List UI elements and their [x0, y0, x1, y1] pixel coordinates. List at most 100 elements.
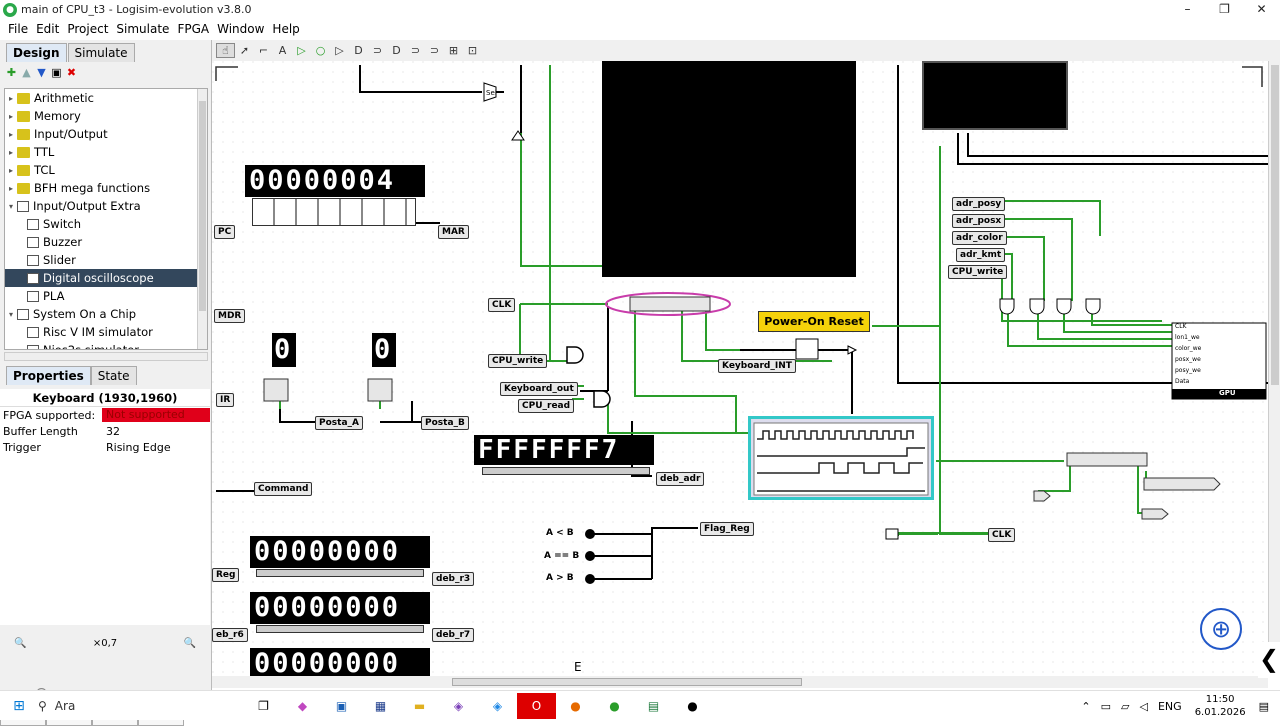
- tab-simulate[interactable]: Simulate: [67, 43, 135, 62]
- tunnel-ir[interactable]: IR: [216, 393, 235, 407]
- tunnel-mdr[interactable]: MDR: [214, 309, 246, 323]
- tunnel-adr-posx[interactable]: adr_posx: [952, 214, 1006, 228]
- tunnel-keyboard-int[interactable]: Keyboard_INT: [718, 359, 796, 373]
- tray-chevron-icon[interactable]: ⌃: [1081, 700, 1090, 713]
- property-value[interactable]: Rising Edge: [102, 441, 210, 454]
- tunnel-cpu-read[interactable]: CPU_read: [518, 399, 575, 413]
- input-pin-icon[interactable]: ▷: [292, 44, 311, 57]
- tunnel-deb-r3[interactable]: deb_r3: [432, 572, 475, 586]
- tree-item[interactable]: Risc V IM simulator: [5, 323, 207, 341]
- select-tool-icon[interactable]: ➚: [235, 44, 254, 57]
- menu-file[interactable]: File: [8, 22, 28, 36]
- taskbar-clock[interactable]: 11:50 6.01.2026: [1195, 693, 1246, 719]
- logisim-taskbar-icon[interactable]: ●: [595, 693, 634, 719]
- chevron-right-icon[interactable]: ▸: [5, 112, 17, 121]
- chevron-down-icon[interactable]: ▾: [5, 310, 17, 319]
- tree-item[interactable]: ▸ BFH mega functions: [5, 179, 207, 197]
- canvas-hscrollbar[interactable]: [212, 676, 1268, 688]
- not-gate-icon[interactable]: ▷: [330, 44, 349, 57]
- app-icon-1[interactable]: ◆: [283, 693, 322, 719]
- nand-gate-icon[interactable]: D: [387, 44, 406, 57]
- file-explorer-icon[interactable]: ▬: [400, 693, 439, 719]
- visual-studio-icon[interactable]: ◈: [439, 693, 478, 719]
- tunnel-mar[interactable]: MAR: [438, 225, 469, 239]
- menu-edit[interactable]: Edit: [36, 22, 59, 36]
- tunnel-r6[interactable]: eb_r6: [212, 628, 248, 642]
- pin-layout-icon[interactable]: ⊞: [444, 44, 463, 57]
- tunnel-clk[interactable]: CLK: [488, 298, 516, 312]
- tab-design[interactable]: Design: [6, 43, 67, 62]
- power-on-reset-button[interactable]: Power-On Reset: [758, 311, 870, 332]
- move-up-icon[interactable]: ▲: [19, 66, 34, 79]
- digital-oscilloscope[interactable]: [748, 416, 934, 500]
- chevron-right-icon[interactable]: ▸: [5, 166, 17, 175]
- notification-icon[interactable]: ▤: [1259, 700, 1269, 713]
- circuit-canvas[interactable]: E 00000004 0 0 FFFFFFF7 00000000 0000000…: [212, 61, 1268, 678]
- poke-tool-icon[interactable]: ☝: [216, 43, 235, 58]
- move-down-icon[interactable]: ▼: [34, 66, 49, 79]
- menu-project[interactable]: Project: [67, 22, 108, 36]
- tunnel-command[interactable]: Command: [254, 482, 313, 496]
- tunnel-posta-b[interactable]: Posta_B: [421, 416, 469, 430]
- app-icon-3[interactable]: ▦: [361, 693, 400, 719]
- property-row[interactable]: Buffer Length 32: [0, 423, 210, 439]
- delete-icon[interactable]: ✖: [64, 66, 79, 79]
- add-circuit-icon[interactable]: ✚: [4, 66, 19, 79]
- tree-item[interactable]: Digital oscilloscope: [5, 269, 207, 287]
- tree-item[interactable]: ▸ Input/Output: [5, 125, 207, 143]
- and-gate-icon[interactable]: D: [349, 44, 368, 57]
- menu-fpga[interactable]: FPGA: [177, 22, 209, 36]
- app-icon-2[interactable]: ▣: [322, 693, 361, 719]
- opera-icon[interactable]: O: [517, 692, 556, 719]
- tunnel-posta-a[interactable]: Posta_A: [315, 416, 363, 430]
- chevron-right-icon[interactable]: ▸: [5, 148, 17, 157]
- close-button[interactable]: ✕: [1243, 0, 1280, 19]
- minimize-button[interactable]: –: [1169, 0, 1206, 19]
- canvas-vscrollbar[interactable]: [1268, 61, 1280, 678]
- chevron-left-icon[interactable]: ❮: [1258, 642, 1280, 678]
- tree-item[interactable]: PLA: [5, 287, 207, 305]
- menu-simulate[interactable]: Simulate: [116, 22, 169, 36]
- tunnel-reg[interactable]: Reg: [212, 568, 240, 582]
- taskbar-search[interactable]: ⚲ Ara: [38, 699, 208, 713]
- tray-app-icon[interactable]: ▭: [1101, 700, 1111, 713]
- tunnel-clk-2[interactable]: CLK: [988, 528, 1016, 542]
- vscode-icon[interactable]: ◈: [478, 693, 517, 719]
- edit-appearance-icon[interactable]: ▣: [49, 66, 64, 79]
- tree-item[interactable]: Nios2s simulator: [5, 341, 207, 349]
- tunnel-deb-adr[interactable]: deb_adr: [656, 472, 705, 486]
- tree-item[interactable]: ▸ Arithmetic: [5, 89, 207, 107]
- tree-item[interactable]: ▾ Input/Output Extra: [5, 197, 207, 215]
- tree-item[interactable]: Switch: [5, 215, 207, 233]
- property-row[interactable]: FPGA supported: Not supported: [0, 407, 210, 423]
- tree-item[interactable]: ▸ TTL: [5, 143, 207, 161]
- chevron-right-icon[interactable]: ▸: [5, 184, 17, 193]
- network-icon[interactable]: ▱: [1121, 700, 1129, 713]
- tree-hscrollbar[interactable]: [4, 352, 208, 361]
- menu-help[interactable]: Help: [272, 22, 299, 36]
- language-indicator[interactable]: ENG: [1158, 700, 1182, 713]
- tunnel-deb-r7[interactable]: deb_r7: [432, 628, 475, 642]
- excel-icon[interactable]: ▤: [634, 693, 673, 719]
- task-view-icon[interactable]: ❐: [244, 693, 283, 719]
- zoom-in-icon[interactable]: 🔍: [184, 638, 196, 649]
- tree-item[interactable]: Slider: [5, 251, 207, 269]
- menu-window[interactable]: Window: [217, 22, 264, 36]
- chevron-down-icon[interactable]: ▾: [5, 202, 17, 211]
- tree-scrollbar[interactable]: [197, 89, 207, 349]
- navigate-crosshair-icon[interactable]: ⊕: [1200, 608, 1242, 650]
- or-gate-icon[interactable]: ⊃: [368, 44, 387, 57]
- chip-icon[interactable]: ⊡: [463, 44, 482, 57]
- tab-properties[interactable]: Properties: [6, 366, 91, 385]
- output-pin-icon[interactable]: ○: [311, 44, 330, 57]
- tunnel-adr-posy[interactable]: adr_posy: [952, 197, 1006, 211]
- nor-gate-icon[interactable]: ⊃: [406, 44, 425, 57]
- tunnel-flag-reg[interactable]: Flag_Reg: [700, 522, 754, 536]
- tunnel-keyboard-out[interactable]: Keyboard_out: [500, 382, 578, 396]
- tree-item[interactable]: ▾ System On a Chip: [5, 305, 207, 323]
- app-icon-github[interactable]: ●: [673, 693, 712, 719]
- zoom-out-icon[interactable]: 🔍: [14, 638, 26, 649]
- xor-gate-icon[interactable]: ⊃: [425, 44, 444, 57]
- tunnel-cpu-write[interactable]: CPU_write: [488, 354, 548, 368]
- property-row[interactable]: Trigger Rising Edge: [0, 439, 210, 455]
